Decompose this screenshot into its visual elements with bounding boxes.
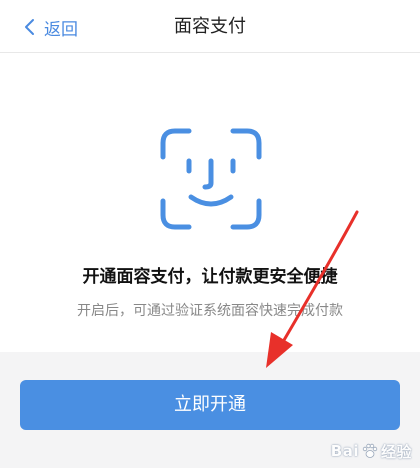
page-title: 面容支付 (174, 16, 246, 37)
enable-button[interactable]: 立即开通 (20, 380, 400, 430)
watermark: Bai 经验 (331, 438, 412, 464)
paw-icon (362, 443, 378, 458)
feature-headline: 开通面容支付，让付款更安全便捷 (82, 267, 338, 287)
watermark-brand: Bai (330, 442, 359, 460)
face-id-icon (160, 128, 262, 230)
navigation-bar: 返回 面容支付 (0, 0, 420, 53)
watermark-label: 经验 (380, 442, 412, 461)
feature-description: 开启后，可通过验证系统面容快速完成付款 (77, 303, 343, 319)
